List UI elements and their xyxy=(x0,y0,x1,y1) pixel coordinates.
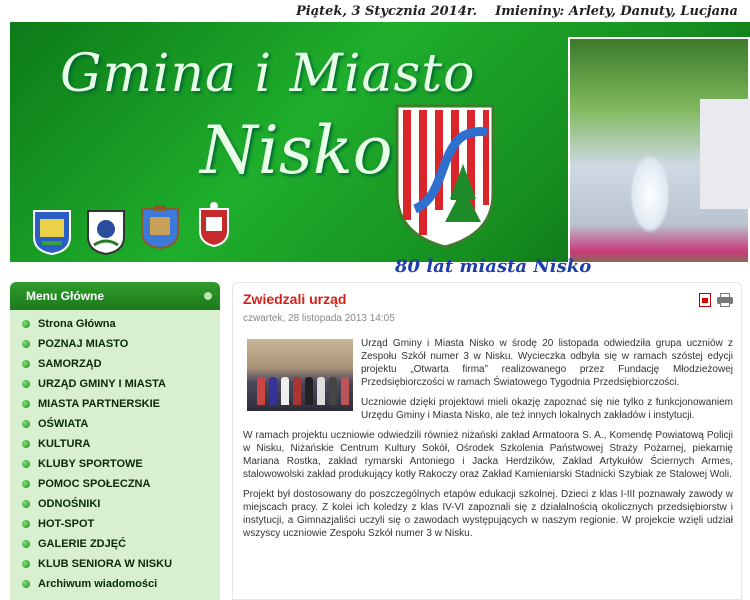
date-line: Piątek, 3 Stycznia 2014r. Imieniny: Arle… xyxy=(296,4,738,19)
menu-item-poznaj-miasto[interactable]: POZNAJ MIASTO xyxy=(10,334,220,354)
menu-item-label: KLUBY SPORTOWE xyxy=(38,458,143,470)
top-bar: Piątek, 3 Stycznia 2014r. Imieniny: Arle… xyxy=(0,0,750,24)
bullet-icon xyxy=(22,460,30,468)
article-paragraph: W ramach projektu uczniowie odwiedzili r… xyxy=(243,430,733,480)
menu-item-samorzad[interactable]: SAMORZĄD xyxy=(10,354,220,374)
print-icon[interactable] xyxy=(717,293,733,307)
menu-item-klub-seniora[interactable]: KLUB SENIORA W NISKU xyxy=(10,554,220,574)
pdf-icon[interactable] xyxy=(699,293,711,307)
menu-item-label: POZNAJ MIASTO xyxy=(38,338,129,350)
menu-item-galerie-zdjec[interactable]: GALERIE ZDJĘĆ xyxy=(10,534,220,554)
current-date: Piątek, 3 Stycznia 2014r. xyxy=(296,4,477,19)
menu-item-label: POMOC SPOŁECZNA xyxy=(38,478,151,490)
menu-heading-label: Menu Główne xyxy=(26,289,104,303)
bullet-icon xyxy=(22,380,30,388)
article-panel: Zwiedzali urząd czwartek, 28 listopada 2… xyxy=(232,282,742,600)
article-body: Urząd Gminy i Miasta Nisko w środę 20 li… xyxy=(243,337,733,547)
menu-item-label: MIASTA PARTNERSKIE xyxy=(38,398,161,410)
collapse-icon[interactable] xyxy=(204,292,212,300)
bullet-icon xyxy=(22,340,30,348)
article-title[interactable]: Zwiedzali urząd xyxy=(243,291,346,307)
bullet-icon xyxy=(22,560,30,568)
crest-2-icon[interactable] xyxy=(86,209,126,255)
menu-item-label: OŚWIATA xyxy=(38,418,89,430)
menu-item-archiwum[interactable]: Archiwum wiadomości xyxy=(10,574,220,594)
site-title-line2: Nisko xyxy=(200,112,393,189)
crest-4-icon[interactable] xyxy=(194,201,234,247)
menu-list: Strona Główna POZNAJ MIASTO SAMORZĄD URZ… xyxy=(10,310,220,594)
menu-heading: Menu Główne xyxy=(10,282,220,310)
nameday-label: Imieniny: xyxy=(495,4,565,19)
menu-item-hot-spot[interactable]: HOT-SPOT xyxy=(10,514,220,534)
crest-3-icon[interactable] xyxy=(140,203,180,249)
menu-item-kultura[interactable]: KULTURA xyxy=(10,434,220,454)
article-paragraph: Projekt był dostosowany do poszczególnyc… xyxy=(243,489,733,539)
bullet-icon xyxy=(22,440,30,448)
article-paragraph: Urząd Gminy i Miasta Nisko w środę 20 li… xyxy=(361,338,733,388)
bullet-icon xyxy=(22,520,30,528)
menu-item-urzad[interactable]: URZĄD GMINY I MIASTA xyxy=(10,374,220,394)
bullet-icon xyxy=(22,400,30,408)
bullet-icon xyxy=(22,480,30,488)
nameday-names: Arlety, Danuty, Lucjana xyxy=(568,4,738,19)
bullet-icon xyxy=(22,580,30,588)
menu-item-label: Strona Główna xyxy=(38,318,116,330)
crest-1-icon[interactable] xyxy=(32,209,72,255)
article-date: czwartek, 28 listopada 2013 14:05 xyxy=(243,313,395,324)
menu-item-oswiata[interactable]: OŚWIATA xyxy=(10,414,220,434)
main-menu: Menu Główne Strona Główna POZNAJ MIASTO … xyxy=(10,282,220,600)
menu-item-label: Archiwum wiadomości xyxy=(38,578,158,590)
bullet-icon xyxy=(22,420,30,428)
building-image xyxy=(700,99,750,209)
menu-item-label: KLUB SENIORA W NISKU xyxy=(38,558,173,570)
menu-item-pomoc-spoleczna[interactable]: POMOC SPOŁECZNA xyxy=(10,474,220,494)
fountain-photo xyxy=(568,37,750,262)
menu-item-strona-glowna[interactable]: Strona Główna xyxy=(10,314,220,334)
menu-item-odnosniki[interactable]: ODNOŚNIKI xyxy=(10,494,220,514)
menu-item-label: ODNOŚNIKI xyxy=(38,498,101,510)
bullet-icon xyxy=(22,540,30,548)
menu-item-label: URZĄD GMINY I MIASTA xyxy=(38,378,166,390)
bullet-icon xyxy=(22,360,30,368)
site-header-banner: Gmina i Miasto Nisko xyxy=(10,22,750,262)
fountain-image xyxy=(630,154,670,234)
menu-item-label: SAMORZĄD xyxy=(38,358,102,370)
menu-item-label: GALERIE ZDJĘĆ xyxy=(38,538,127,550)
site-title-line1: Gmina i Miasto xyxy=(60,44,476,104)
anniversary-text: 80 lat miasta Nisko xyxy=(395,256,592,277)
bullet-icon xyxy=(22,500,30,508)
menu-item-kluby-sportowe[interactable]: KLUBY SPORTOWE xyxy=(10,454,220,474)
bullet-icon xyxy=(22,320,30,328)
menu-item-label: KULTURA xyxy=(38,438,91,450)
menu-item-label: HOT-SPOT xyxy=(38,518,95,530)
article-paragraph: Uczniowie dzięki projektowi mieli okazję… xyxy=(361,397,733,421)
menu-item-miasta-partnerskie[interactable]: MIASTA PARTNERSKIE xyxy=(10,394,220,414)
nisko-crest-icon xyxy=(395,104,495,249)
